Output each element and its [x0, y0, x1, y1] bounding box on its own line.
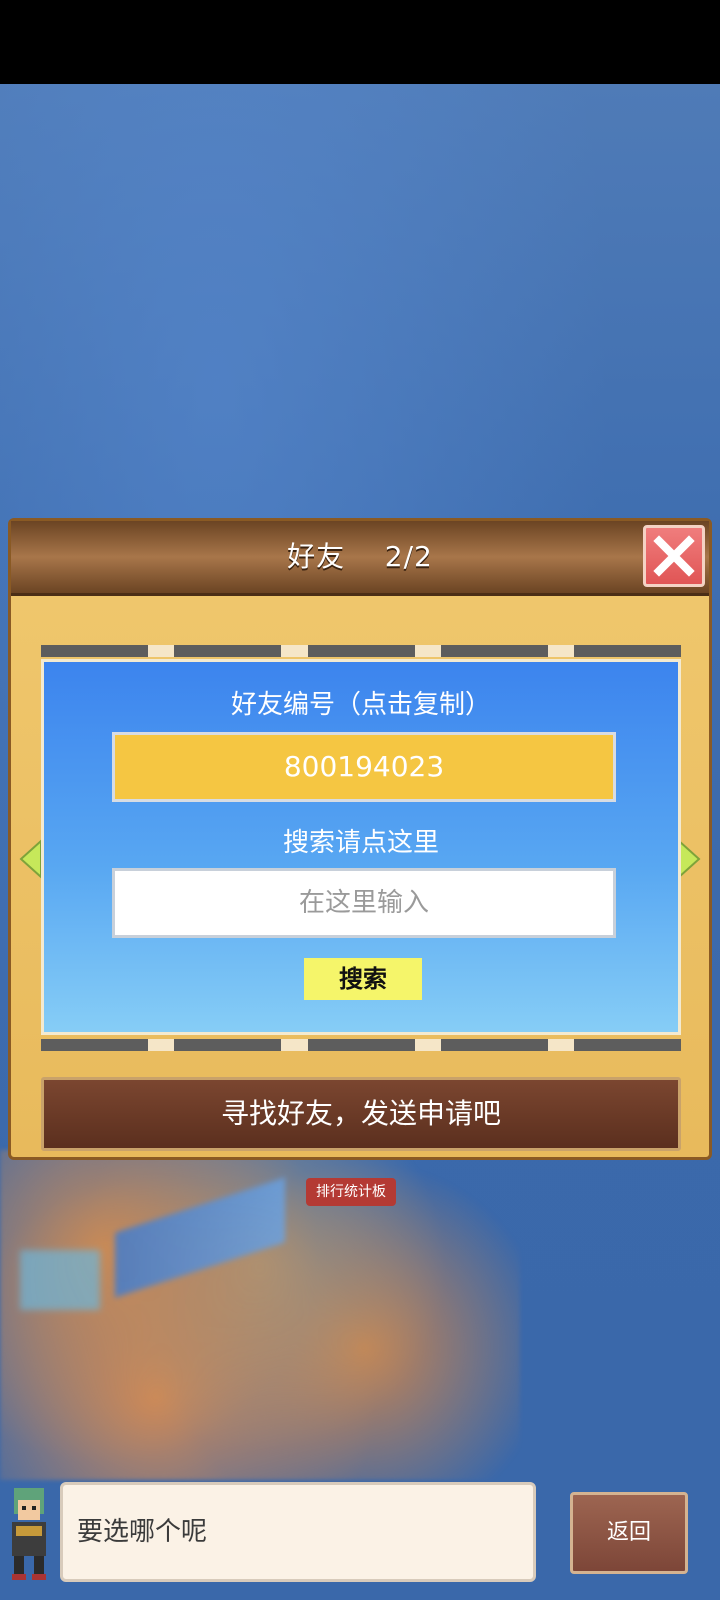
- page-indicator: 2/2: [384, 540, 433, 573]
- pool: [20, 1250, 100, 1310]
- friend-card: 好友编号（点击复制） 800194023 搜索请点这里 搜索: [41, 659, 681, 1035]
- slot-tab: [307, 645, 415, 657]
- panel-title: 好友 2/2: [11, 521, 709, 593]
- slot-tab: [41, 1039, 148, 1051]
- close-button[interactable]: [643, 525, 705, 587]
- slot-tab: [574, 645, 681, 657]
- dialog-area: 要选哪个呢 返回: [0, 1482, 720, 1600]
- slot-tab: [574, 1039, 681, 1051]
- panel-title-text: 好友: [287, 540, 346, 573]
- dialog-speech-bubble: 要选哪个呢: [60, 1482, 536, 1582]
- island-scene: [0, 1150, 520, 1480]
- slot-tab: [174, 1039, 282, 1051]
- character-avatar-icon: [12, 1488, 46, 1580]
- friend-id-copy-button[interactable]: 800194023: [112, 732, 616, 802]
- leaderboard-sign[interactable]: 排行统计板: [306, 1178, 396, 1206]
- close-icon: [653, 535, 695, 577]
- top-slot-row: [41, 645, 681, 657]
- search-input[interactable]: [112, 868, 616, 938]
- find-friends-banner: 寻找好友，发送申请吧: [41, 1077, 681, 1151]
- slot-tab: [307, 1039, 415, 1051]
- status-bar: [0, 0, 720, 84]
- panel-header: 好友 2/2: [11, 521, 709, 596]
- bottom-slot-row: [41, 1039, 681, 1051]
- slot-tab: [440, 1039, 548, 1051]
- search-button[interactable]: 搜索: [304, 958, 422, 1000]
- slot-tab: [440, 645, 548, 657]
- friend-id-label: 好友编号（点击复制）: [230, 690, 491, 720]
- back-button[interactable]: 返回: [570, 1492, 688, 1574]
- arrow-left-icon[interactable]: [19, 839, 43, 879]
- search-label: 搜索请点这里: [282, 828, 439, 858]
- friends-panel: 好友 2/2 好友编号（点击复制） 800194023 搜索请点这里 搜索: [8, 518, 712, 1160]
- building-roof: [115, 1177, 285, 1298]
- slot-tab: [174, 645, 282, 657]
- slot-tab: [41, 645, 148, 657]
